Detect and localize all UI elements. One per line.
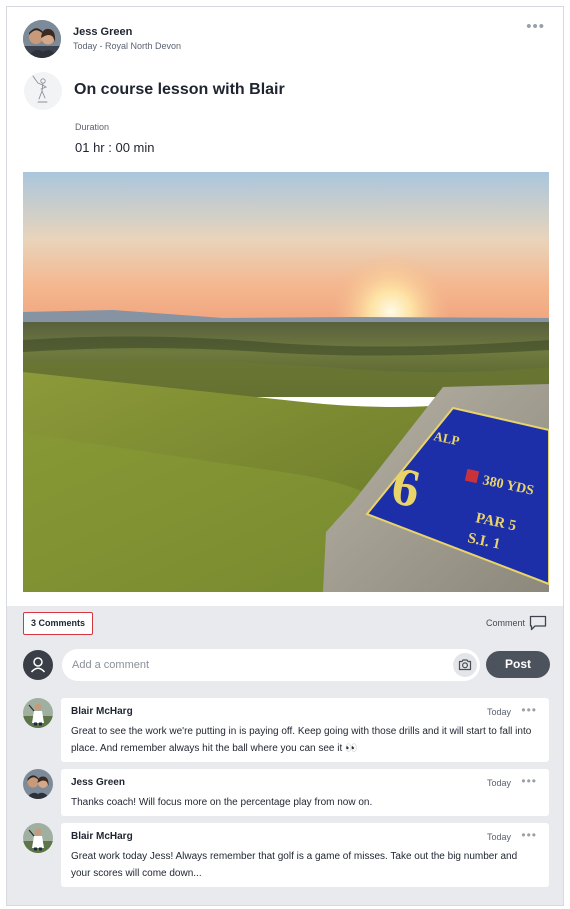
comment-bubble-icon [529, 615, 547, 631]
comment-item: Blair McHarg Today ••• Great to see the … [23, 698, 549, 762]
activity-post-card: Jess Green Today - Royal North Devon •••… [6, 6, 564, 906]
comment-more-icon[interactable]: ••• [521, 703, 537, 717]
camera-button[interactable] [453, 653, 477, 677]
user-avatar-placeholder [23, 650, 53, 680]
commenter-avatar[interactable] [23, 698, 53, 728]
golfer-icon [24, 72, 62, 110]
duration-label: Duration [75, 122, 110, 132]
activity-title: On course lesson with Blair [74, 81, 285, 98]
commenter-avatar[interactable] [23, 769, 53, 799]
comment-button[interactable]: Comment [486, 614, 547, 632]
more-options-icon[interactable]: ••• [526, 19, 545, 34]
comment-time: Today [486, 707, 511, 717]
author-avatar[interactable] [23, 20, 61, 58]
comment-item: Blair McHarg Today ••• Great work today … [23, 823, 549, 887]
comment-bubble: Blair McHarg Today ••• Great work today … [61, 823, 549, 887]
post-comment-button[interactable]: Post [486, 651, 550, 678]
comment-button-label: Comment [485, 618, 525, 628]
commenter-name[interactable]: Blair McHarg [71, 831, 539, 842]
duration-value: 01 hr : 00 min [75, 140, 155, 155]
comment-text: Thanks coach! Will focus more on the per… [71, 797, 373, 808]
commenter-avatar[interactable] [23, 823, 53, 853]
comment-time: Today [486, 778, 511, 788]
comment-more-icon[interactable]: ••• [521, 774, 537, 788]
comment-text: Great work today Jess! Always remember t… [71, 851, 518, 879]
person-icon [30, 657, 46, 673]
author-name[interactable]: Jess Green [73, 26, 132, 38]
post-header: Jess Green Today - Royal North Devon ••• [23, 19, 549, 60]
comment-bubble: Blair McHarg Today ••• Great to see the … [61, 698, 549, 762]
comment-input[interactable] [62, 649, 480, 681]
commenter-name[interactable]: Blair McHarg [71, 706, 539, 717]
commenter-name[interactable]: Jess Green [71, 777, 539, 788]
comment-bubble: Jess Green Today ••• Thanks coach! Will … [61, 769, 549, 816]
comment-more-icon[interactable]: ••• [521, 828, 537, 842]
comment-time: Today [486, 832, 511, 842]
comments-section: 3 Comments Comment Post [7, 606, 563, 905]
comments-count-button[interactable]: 3 Comments [23, 612, 94, 635]
post-photo[interactable]: ALP 6 380 YDS PAR 5 S.I. 1 [23, 172, 549, 592]
post-meta: Today - Royal North Devon [73, 41, 182, 51]
camera-icon [458, 659, 472, 671]
comment-text: Great to see the work we're putting in i… [71, 726, 532, 754]
comment-item: Jess Green Today ••• Thanks coach! Will … [23, 769, 549, 816]
